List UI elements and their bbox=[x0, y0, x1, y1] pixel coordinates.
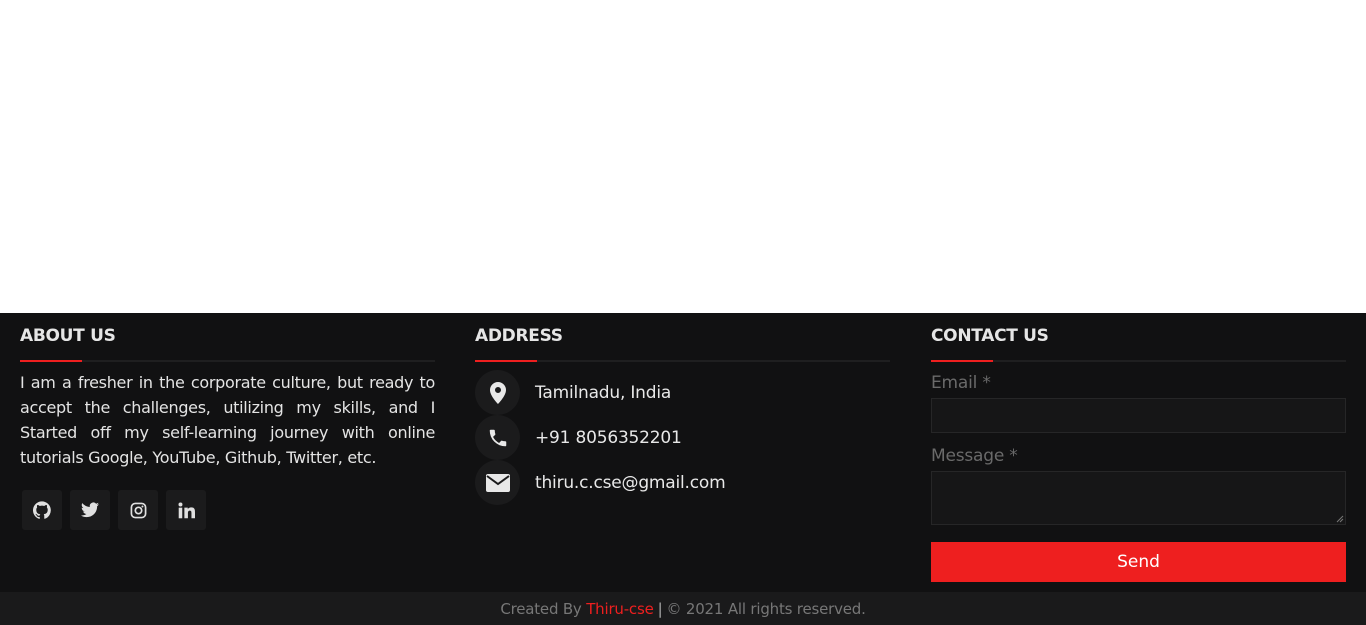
address-heading: ADDRESS bbox=[475, 326, 563, 346]
footer: ABOUT US I am a fresher in the corporate… bbox=[0, 313, 1366, 592]
copyright-bar: Created By Thiru-cse | © 2021 All rights r… bbox=[0, 592, 1366, 625]
github-icon bbox=[33, 501, 51, 519]
address-item-email: thiru.c.cse@gmail.com bbox=[475, 460, 726, 505]
envelope-icon bbox=[485, 473, 510, 492]
social-links bbox=[22, 490, 214, 530]
location-icon-circle bbox=[475, 370, 520, 415]
address-phone-text: +91 8056352201 bbox=[535, 427, 682, 448]
linkedin-link[interactable] bbox=[166, 490, 206, 530]
about-heading-accent bbox=[20, 360, 82, 362]
twitter-link[interactable] bbox=[70, 490, 110, 530]
contact-heading: CONTACT US bbox=[931, 326, 1049, 346]
address-item-phone: +91 8056352201 bbox=[475, 415, 682, 460]
instagram-link[interactable] bbox=[118, 490, 158, 530]
created-by-text: Created By bbox=[500, 599, 582, 618]
twitter-icon bbox=[81, 502, 99, 518]
contact-heading-divider bbox=[931, 360, 1346, 362]
send-button[interactable]: Send bbox=[931, 542, 1346, 582]
resize-handle-icon[interactable] bbox=[1336, 515, 1344, 523]
about-heading: ABOUT US bbox=[20, 326, 116, 346]
about-heading-divider bbox=[20, 360, 435, 362]
message-textarea[interactable] bbox=[931, 471, 1346, 525]
address-item-location: Tamilnadu, India bbox=[475, 370, 671, 415]
author-link[interactable]: Thiru-cse bbox=[586, 600, 654, 618]
address-heading-accent bbox=[475, 360, 537, 362]
email-field[interactable] bbox=[931, 398, 1346, 433]
address-heading-divider bbox=[475, 360, 890, 362]
instagram-icon bbox=[130, 502, 146, 518]
about-text: I am a fresher in the corporate culture,… bbox=[20, 373, 435, 467]
location-pin-icon bbox=[489, 381, 506, 404]
separator: | bbox=[657, 599, 663, 618]
linkedin-icon bbox=[177, 501, 195, 518]
contact-heading-accent bbox=[931, 360, 993, 362]
rights-text: 2021 All rights reserved. bbox=[685, 599, 866, 618]
message-label: Message * bbox=[931, 446, 1018, 466]
phone-icon bbox=[489, 429, 506, 446]
copyright-icon: © bbox=[666, 599, 682, 618]
email-label: Email * bbox=[931, 373, 991, 393]
github-link[interactable] bbox=[22, 490, 62, 530]
address-location-text: Tamilnadu, India bbox=[535, 382, 672, 403]
phone-icon-circle bbox=[475, 415, 520, 460]
page-blank-area bbox=[0, 0, 1366, 313]
envelope-icon-circle bbox=[475, 460, 520, 505]
address-email-text: thiru.c.cse@gmail.com bbox=[535, 472, 726, 493]
